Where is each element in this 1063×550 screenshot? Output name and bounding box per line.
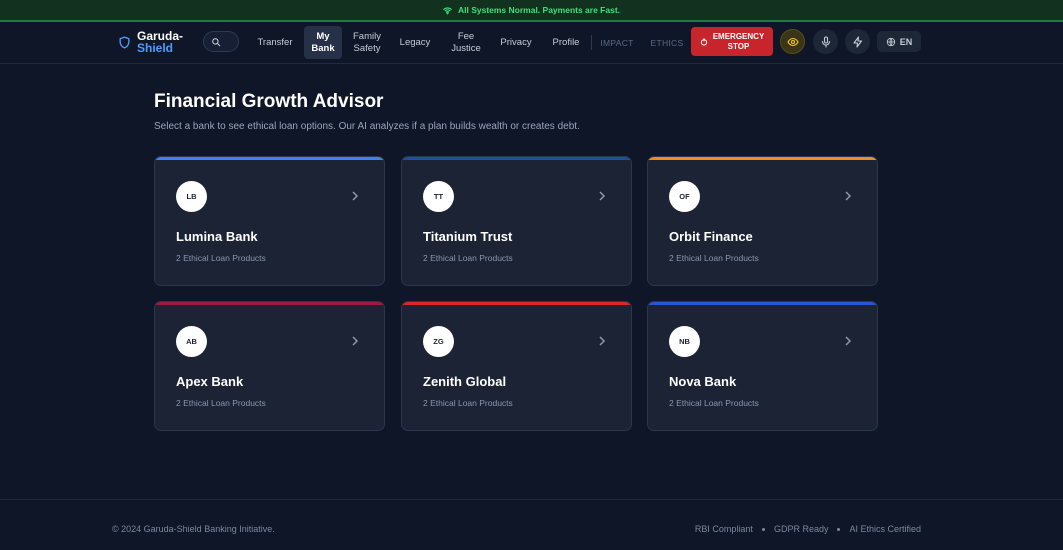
globe-icon	[886, 37, 895, 46]
voice-button[interactable]	[813, 29, 838, 54]
bank-card[interactable]: OF Orbit Finance 2 Ethical Loan Products	[647, 156, 878, 286]
nav-impact[interactable]: IMPACT	[597, 26, 637, 59]
bank-name: Lumina Bank	[176, 229, 258, 244]
brand-name: Garuda- Shield	[137, 29, 184, 55]
bank-card[interactable]: AB Apex Bank 2 Ethical Loan Products	[154, 301, 385, 431]
separator-dot	[837, 527, 841, 531]
bank-avatar: TT	[423, 181, 454, 212]
search-button[interactable]	[203, 31, 239, 52]
bank-name: Orbit Finance	[669, 229, 753, 244]
nav-ethics[interactable]: ETHICS	[647, 26, 687, 59]
bank-avatar: AB	[176, 326, 207, 357]
copyright-text: © 2024 Garuda-Shield Banking Initiative.	[112, 524, 275, 534]
nav-legacy[interactable]: Legacy	[393, 26, 437, 59]
footer-link-gdpr[interactable]: GDPR Ready	[774, 524, 829, 534]
compliance-links: RBI Compliant GDPR Ready AI Ethics Certi…	[695, 524, 921, 534]
bank-card[interactable]: LB Lumina Bank 2 Ethical Loan Products	[154, 156, 385, 286]
shield-icon	[119, 35, 130, 49]
language-selector[interactable]: EN	[877, 31, 921, 52]
chevron-right-icon	[599, 191, 606, 201]
brand-logo[interactable]: Garuda- Shield	[118, 30, 183, 54]
chevron-right-icon	[352, 191, 359, 201]
card-accent-bar	[402, 302, 631, 305]
nav-fee-justice[interactable]: Fee Justice	[446, 26, 486, 59]
bank-avatar: ZG	[423, 326, 454, 357]
page-subtitle: Select a bank to see ethical loan option…	[154, 121, 580, 132]
card-accent-bar	[155, 157, 384, 160]
separator-dot	[761, 527, 765, 531]
power-icon	[700, 37, 707, 45]
lightning-icon	[852, 35, 862, 48]
bank-products-count: 2 Ethical Loan Products	[423, 398, 513, 408]
bank-products-count: 2 Ethical Loan Products	[669, 398, 759, 408]
page-title: Financial Growth Advisor	[154, 91, 384, 112]
card-accent-bar	[155, 302, 384, 305]
page-footer: © 2024 Garuda-Shield Banking Initiative.…	[0, 499, 1063, 550]
chevron-right-icon	[599, 336, 606, 346]
microphone-icon	[821, 35, 830, 48]
bank-products-count: 2 Ethical Loan Products	[423, 253, 513, 263]
card-accent-bar	[648, 302, 877, 305]
system-status-bar: All Systems Normal. Payments are Fast.	[0, 0, 1063, 22]
bank-card[interactable]: ZG Zenith Global 2 Ethical Loan Products	[401, 301, 632, 431]
chevron-right-icon	[845, 336, 852, 346]
footer-link-ai-ethics[interactable]: AI Ethics Certified	[849, 524, 921, 534]
search-icon	[212, 37, 221, 46]
bank-avatar: NB	[669, 326, 700, 357]
bank-card[interactable]: TT Titanium Trust 2 Ethical Loan Product…	[401, 156, 632, 286]
bank-name: Zenith Global	[423, 374, 507, 389]
nav-transfer[interactable]: Transfer	[252, 26, 298, 59]
bank-avatar: OF	[669, 181, 700, 212]
nav-family-safety[interactable]: Family Safety	[347, 26, 387, 59]
vision-mode-button[interactable]	[780, 29, 805, 54]
top-navigation: Garuda- Shield Transfer My Bank Family S…	[0, 22, 1063, 64]
quick-action-button[interactable]	[845, 29, 870, 54]
chevron-right-icon	[845, 191, 852, 201]
chevron-right-icon	[352, 336, 359, 346]
emergency-stop-button[interactable]: EMERGENCY STOP	[691, 27, 773, 56]
bank-name: Apex Bank	[176, 374, 244, 389]
bank-products-count: 2 Ethical Loan Products	[176, 253, 266, 263]
bank-card[interactable]: NB Nova Bank 2 Ethical Loan Products	[647, 301, 878, 431]
bank-name: Nova Bank	[669, 374, 737, 389]
wifi-icon	[443, 6, 452, 14]
nav-profile[interactable]: Profile	[546, 26, 586, 59]
status-text: All Systems Normal. Payments are Fast.	[457, 5, 621, 15]
eye-icon	[786, 37, 799, 46]
bank-name: Titanium Trust	[423, 229, 513, 244]
bank-products-count: 2 Ethical Loan Products	[669, 253, 759, 263]
bank-avatar: LB	[176, 181, 207, 212]
nav-my-bank[interactable]: My Bank	[304, 26, 342, 59]
nav-divider	[591, 35, 592, 50]
card-accent-bar	[402, 157, 631, 160]
nav-privacy[interactable]: Privacy	[494, 26, 538, 59]
card-accent-bar	[648, 157, 877, 160]
footer-link-rbi[interactable]: RBI Compliant	[695, 524, 753, 534]
bank-products-count: 2 Ethical Loan Products	[176, 398, 266, 408]
